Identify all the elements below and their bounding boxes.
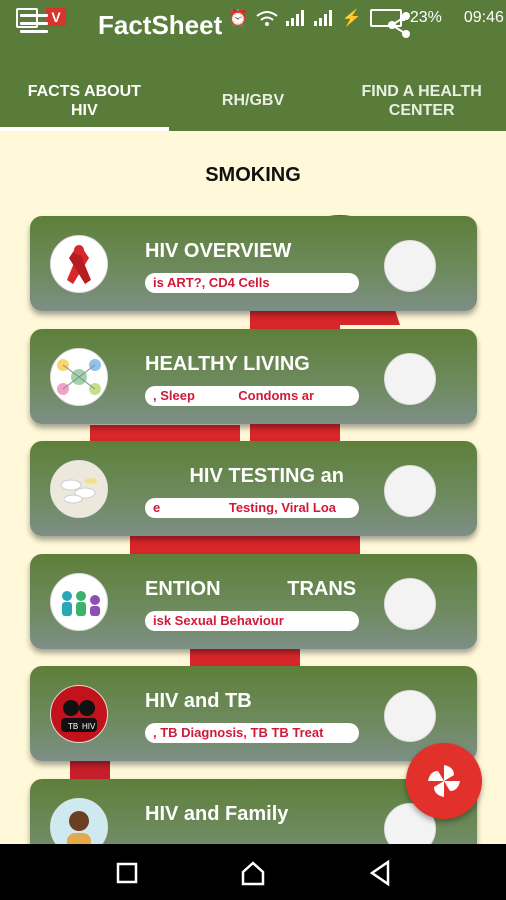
tab-bar: FACTS ABOUT HIV RH/GBV FIND A HEALTH CEN… [0, 70, 506, 131]
card-title: HIV OVERVIEW [145, 240, 292, 262]
card-toggle-circle[interactable] [384, 690, 436, 742]
card-title: HIV and Family [145, 803, 289, 825]
pinwheel-icon [428, 765, 460, 797]
tab-rh-gbv[interactable]: RH/GBV [169, 70, 338, 131]
mind-map-icon [50, 348, 108, 406]
tab-label: FACTS ABOUT HIV [27, 82, 141, 119]
status-bar: V ⏰ ⚡ 23% 09:46 [0, 0, 506, 36]
svg-text:HIV: HIV [82, 722, 96, 731]
card-hiv-testing[interactable]: HIV TESTING an e Testing, Viral Loa [30, 441, 477, 536]
card-subtitle-text: is ART?, CD4 Cells [153, 275, 270, 290]
card-toggle-circle[interactable] [384, 240, 436, 292]
card-subtitle-text: e Testing, Viral Loa [153, 500, 337, 515]
alarm-icon: ⏰ [228, 10, 248, 27]
tb-hiv-icon: TB HIV [50, 685, 108, 743]
card-title: HIV and TB [145, 690, 252, 712]
pinwheel-fab[interactable] [406, 743, 482, 819]
card-title: HEALTHY LIVING [145, 353, 310, 375]
back-icon[interactable] [366, 858, 396, 888]
card-hiv-and-tb[interactable]: TB HIV HIV and TB , TB Diagnosis, TB TB T… [30, 666, 477, 761]
app-bar: V ⏰ ⚡ 23% 09:46 FactSheet FACTS ABOUT HI… [0, 0, 506, 131]
battery-percent: 23% [409, 9, 442, 26]
card-subtitle: is ART?, CD4 Cells [145, 273, 359, 293]
card-hiv-overview[interactable]: HIV OVERVIEW is ART?, CD4 Cells [30, 216, 477, 311]
signal-icon-1 [285, 10, 304, 26]
system-nav-bar [0, 844, 506, 900]
card-subtitle-text: isk Sexual Behaviour [153, 613, 284, 628]
tab-facts-about-hiv[interactable]: FACTS ABOUT HIV [0, 70, 169, 131]
tab-label: RH/GBV [221, 92, 285, 109]
tab-label: FIND A HEALTH CENTER [361, 82, 482, 119]
red-ribbon-icon [50, 235, 108, 293]
wifi-icon [256, 11, 278, 26]
card-subtitle: e Testing, Viral Loa [145, 498, 359, 518]
family-icon [50, 573, 108, 631]
svg-text:TB: TB [68, 722, 78, 731]
charging-icon: ⚡ [341, 10, 362, 27]
card-subtitle-text: , Sleep Condoms ar [153, 388, 315, 403]
home-icon[interactable] [238, 858, 268, 888]
card-subtitle: , TB Diagnosis, TB TB Treat [145, 723, 359, 743]
app-title: FactSheet [98, 10, 223, 40]
section-title: SMOKING [205, 164, 301, 186]
pills-icon [50, 460, 108, 518]
card-healthy-living[interactable]: HEALTHY LIVING , Sleep Condoms ar [30, 329, 477, 424]
card-prevention-transmission[interactable]: ENTION TRANS isk Sexual Behaviour [30, 554, 477, 649]
card-subtitle: , Sleep Condoms ar [145, 386, 359, 406]
signal-icon-2 [313, 10, 332, 26]
card-title: HIV TESTING an [145, 465, 344, 487]
card-title: ENTION TRANS [145, 578, 357, 600]
tab-find-health-center[interactable]: FIND A HEALTH CENTER [337, 70, 506, 131]
card-subtitle: isk Sexual Behaviour [145, 611, 359, 631]
app-notification-icon: V [46, 8, 66, 26]
card-subtitle-text: , TB Diagnosis, TB TB Treat [153, 725, 324, 740]
share-icon[interactable] [384, 10, 414, 40]
status-indicators: ⏰ ⚡ 23% 09:46 [228, 8, 504, 28]
recents-icon[interactable] [112, 858, 142, 888]
card-toggle-circle[interactable] [384, 465, 436, 517]
menu-icon[interactable] [20, 14, 48, 34]
card-toggle-circle[interactable] [384, 353, 436, 405]
clock: 09:46 [463, 9, 504, 26]
card-toggle-circle[interactable] [384, 578, 436, 630]
